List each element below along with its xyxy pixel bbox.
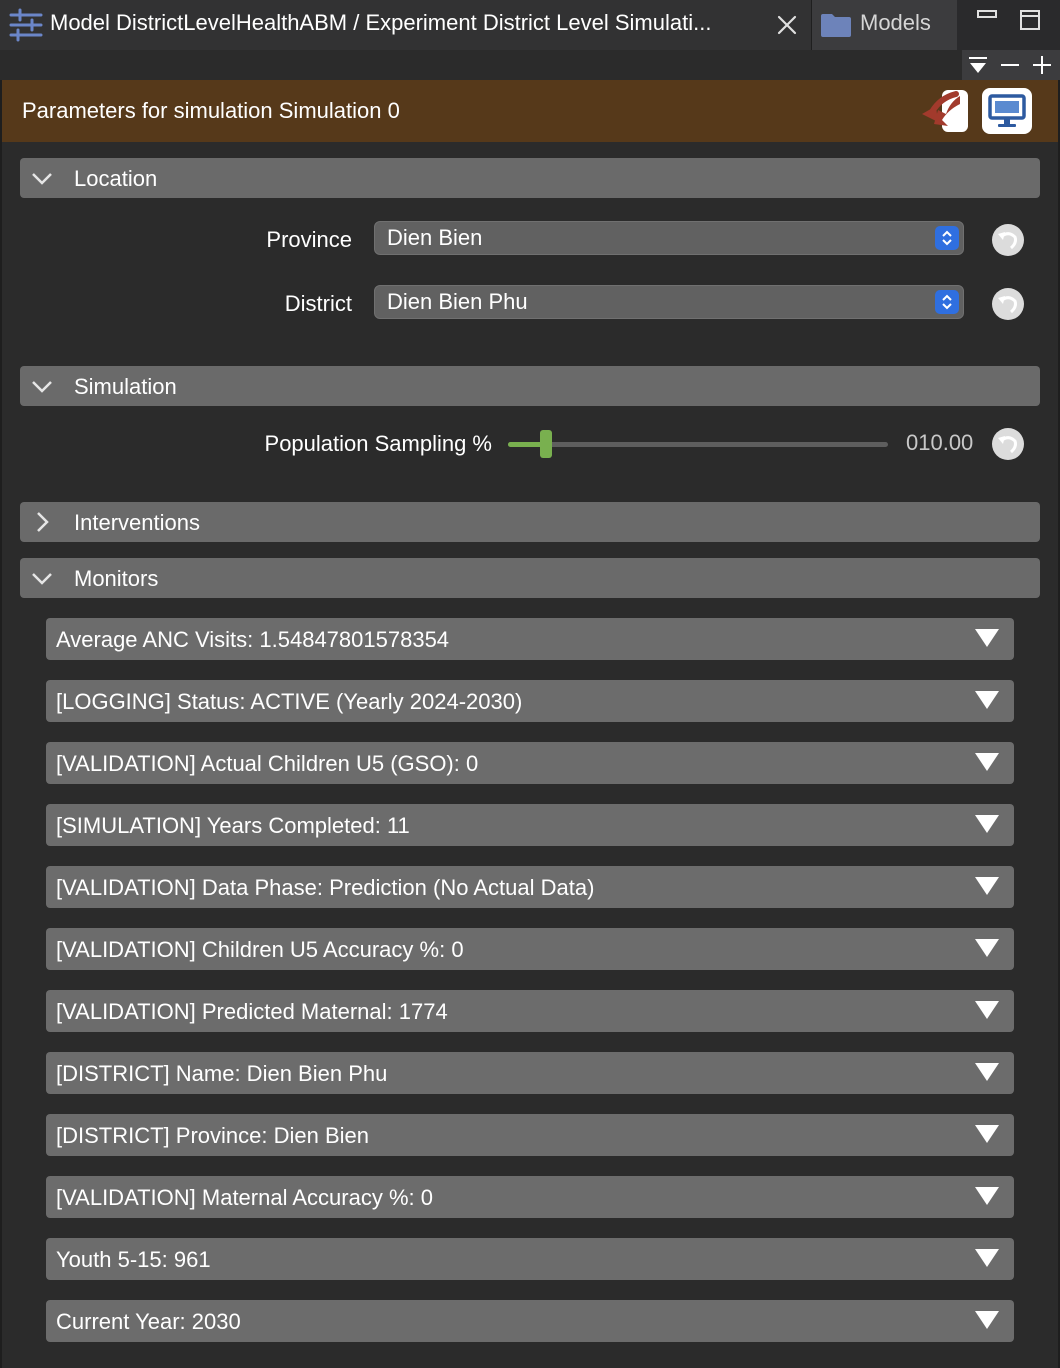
monitor-label: [DISTRICT] Province: Dien Bien: [56, 1123, 369, 1148]
sampling-reset-icon[interactable]: [991, 427, 1025, 461]
display-button[interactable]: [982, 88, 1032, 134]
province-value: Dien Bien: [387, 225, 483, 250]
chevron-right-icon: [37, 512, 49, 532]
expand-all-icon[interactable]: [1030, 53, 1054, 77]
triangle-down-icon[interactable]: [974, 875, 1000, 897]
tab-title: Model DistrictLevelHealthABM / Experimen…: [50, 10, 712, 35]
minimize-icon[interactable]: [975, 6, 999, 30]
chevron-updown-icon: [942, 230, 952, 246]
filter-menu-icon[interactable]: [966, 53, 990, 77]
collapse-all-icon[interactable]: [998, 53, 1022, 77]
header-title: Parameters for simulation Simulation 0: [22, 98, 400, 123]
section-location[interactable]: Location: [20, 158, 1040, 198]
monitor-label: [VALIDATION] Actual Children U5 (GSO): 0: [56, 751, 479, 776]
monitor-label: Current Year: 2030: [56, 1309, 241, 1334]
province-reset-icon[interactable]: [991, 223, 1025, 257]
district-select[interactable]: Dien Bien Phu: [374, 285, 964, 319]
province-stepper[interactable]: [935, 226, 959, 250]
monitor-label: [VALIDATION] Maternal Accuracy %: 0: [56, 1185, 433, 1210]
section-simulation[interactable]: Simulation: [20, 366, 1040, 406]
triangle-down-icon[interactable]: [974, 1061, 1000, 1083]
monitor-display-icon: [988, 94, 1026, 127]
triangle-down-icon[interactable]: [974, 689, 1000, 711]
monitor-item[interactable]: Average ANC Visits: 1.54847801578354: [46, 618, 1014, 660]
tab-models[interactable]: Models: [812, 0, 957, 50]
section-monitors[interactable]: Monitors: [20, 558, 1040, 598]
sampling-label: Population Sampling %: [264, 431, 492, 456]
triangle-down-icon[interactable]: [974, 1123, 1000, 1145]
section-interventions[interactable]: Interventions: [20, 502, 1040, 542]
view-tools: [962, 50, 1060, 80]
monitor-item[interactable]: [VALIDATION] Actual Children U5 (GSO): 0: [46, 742, 1014, 784]
monitor-label: Youth 5-15: 961: [56, 1247, 211, 1272]
triangle-down-icon[interactable]: [974, 627, 1000, 649]
triangle-down-icon[interactable]: [974, 937, 1000, 959]
chevron-updown-icon: [942, 294, 952, 310]
triangle-down-icon[interactable]: [974, 813, 1000, 835]
triangle-down-icon[interactable]: [974, 1185, 1000, 1207]
district-label: District: [284, 291, 352, 316]
section-simulation-label: Simulation: [74, 374, 177, 399]
parameters-header: Parameters for simulation Simulation 0: [2, 80, 1058, 142]
monitor-item[interactable]: [LOGGING] Status: ACTIVE (Yearly 2024-20…: [46, 680, 1014, 722]
province-label: Province: [266, 227, 352, 252]
triangle-down-icon[interactable]: [974, 999, 1000, 1021]
district-reset-icon[interactable]: [991, 287, 1025, 321]
parameters-icon: [9, 8, 43, 42]
sampling-value: 010.00: [906, 430, 974, 455]
sampling-slider[interactable]: [508, 430, 888, 458]
monitor-label: [VALIDATION] Children U5 Accuracy %: 0: [56, 937, 464, 962]
triangle-down-icon[interactable]: [974, 1309, 1000, 1331]
triangle-down-icon[interactable]: [974, 751, 1000, 773]
triangle-down-icon[interactable]: [974, 1247, 1000, 1269]
tab-bar: Model DistrictLevelHealthABM / Experimen…: [0, 0, 1060, 50]
monitor-label: Average ANC Visits: 1.54847801578354: [56, 627, 450, 652]
panel-left-border: [0, 80, 2, 1368]
tab-experiment[interactable]: Model DistrictLevelHealthABM / Experimen…: [0, 0, 812, 50]
monitor-item[interactable]: Youth 5-15: 961: [46, 1238, 1014, 1280]
monitor-label: [LOGGING] Status: ACTIVE (Yearly 2024-20…: [56, 689, 523, 714]
maximize-icon[interactable]: [1018, 8, 1042, 32]
monitor-label: [VALIDATION] Data Phase: Prediction (No …: [56, 875, 595, 900]
chevron-down-icon: [32, 381, 52, 393]
tab-models-label: Models: [860, 10, 931, 35]
section-location-label: Location: [74, 166, 158, 191]
chevron-down-icon: [32, 573, 52, 585]
chevron-down-icon: [32, 173, 52, 185]
province-select[interactable]: Dien Bien: [374, 221, 964, 255]
section-monitors-label: Monitors: [74, 566, 159, 591]
monitor-label: [DISTRICT] Name: Dien Bien Phu: [56, 1061, 388, 1086]
district-value: Dien Bien Phu: [387, 289, 528, 314]
district-stepper[interactable]: [935, 290, 959, 314]
folder-icon: [821, 14, 851, 37]
section-interventions-label: Interventions: [74, 510, 200, 535]
monitor-item[interactable]: [VALIDATION] Children U5 Accuracy %: 0: [46, 928, 1014, 970]
monitor-item[interactable]: [VALIDATION] Maternal Accuracy %: 0: [46, 1176, 1014, 1218]
monitor-item[interactable]: [VALIDATION] Data Phase: Prediction (No …: [46, 866, 1014, 908]
sampling-slider-thumb[interactable]: [540, 430, 552, 458]
monitor-item[interactable]: [DISTRICT] Province: Dien Bien: [46, 1114, 1014, 1156]
view-toolbar: [0, 50, 1060, 80]
monitor-item[interactable]: [SIMULATION] Years Completed: 11: [46, 804, 1014, 846]
monitor-item[interactable]: [VALIDATION] Predicted Maternal: 1774: [46, 990, 1014, 1032]
monitor-label: [SIMULATION] Years Completed: 11: [56, 813, 410, 838]
revert-parameters-icon[interactable]: [920, 88, 970, 134]
monitor-item[interactable]: Current Year: 2030: [46, 1300, 1014, 1342]
close-icon[interactable]: [774, 12, 800, 38]
monitor-label: [VALIDATION] Predicted Maternal: 1774: [56, 999, 448, 1024]
monitor-item[interactable]: [DISTRICT] Name: Dien Bien Phu: [46, 1052, 1014, 1094]
